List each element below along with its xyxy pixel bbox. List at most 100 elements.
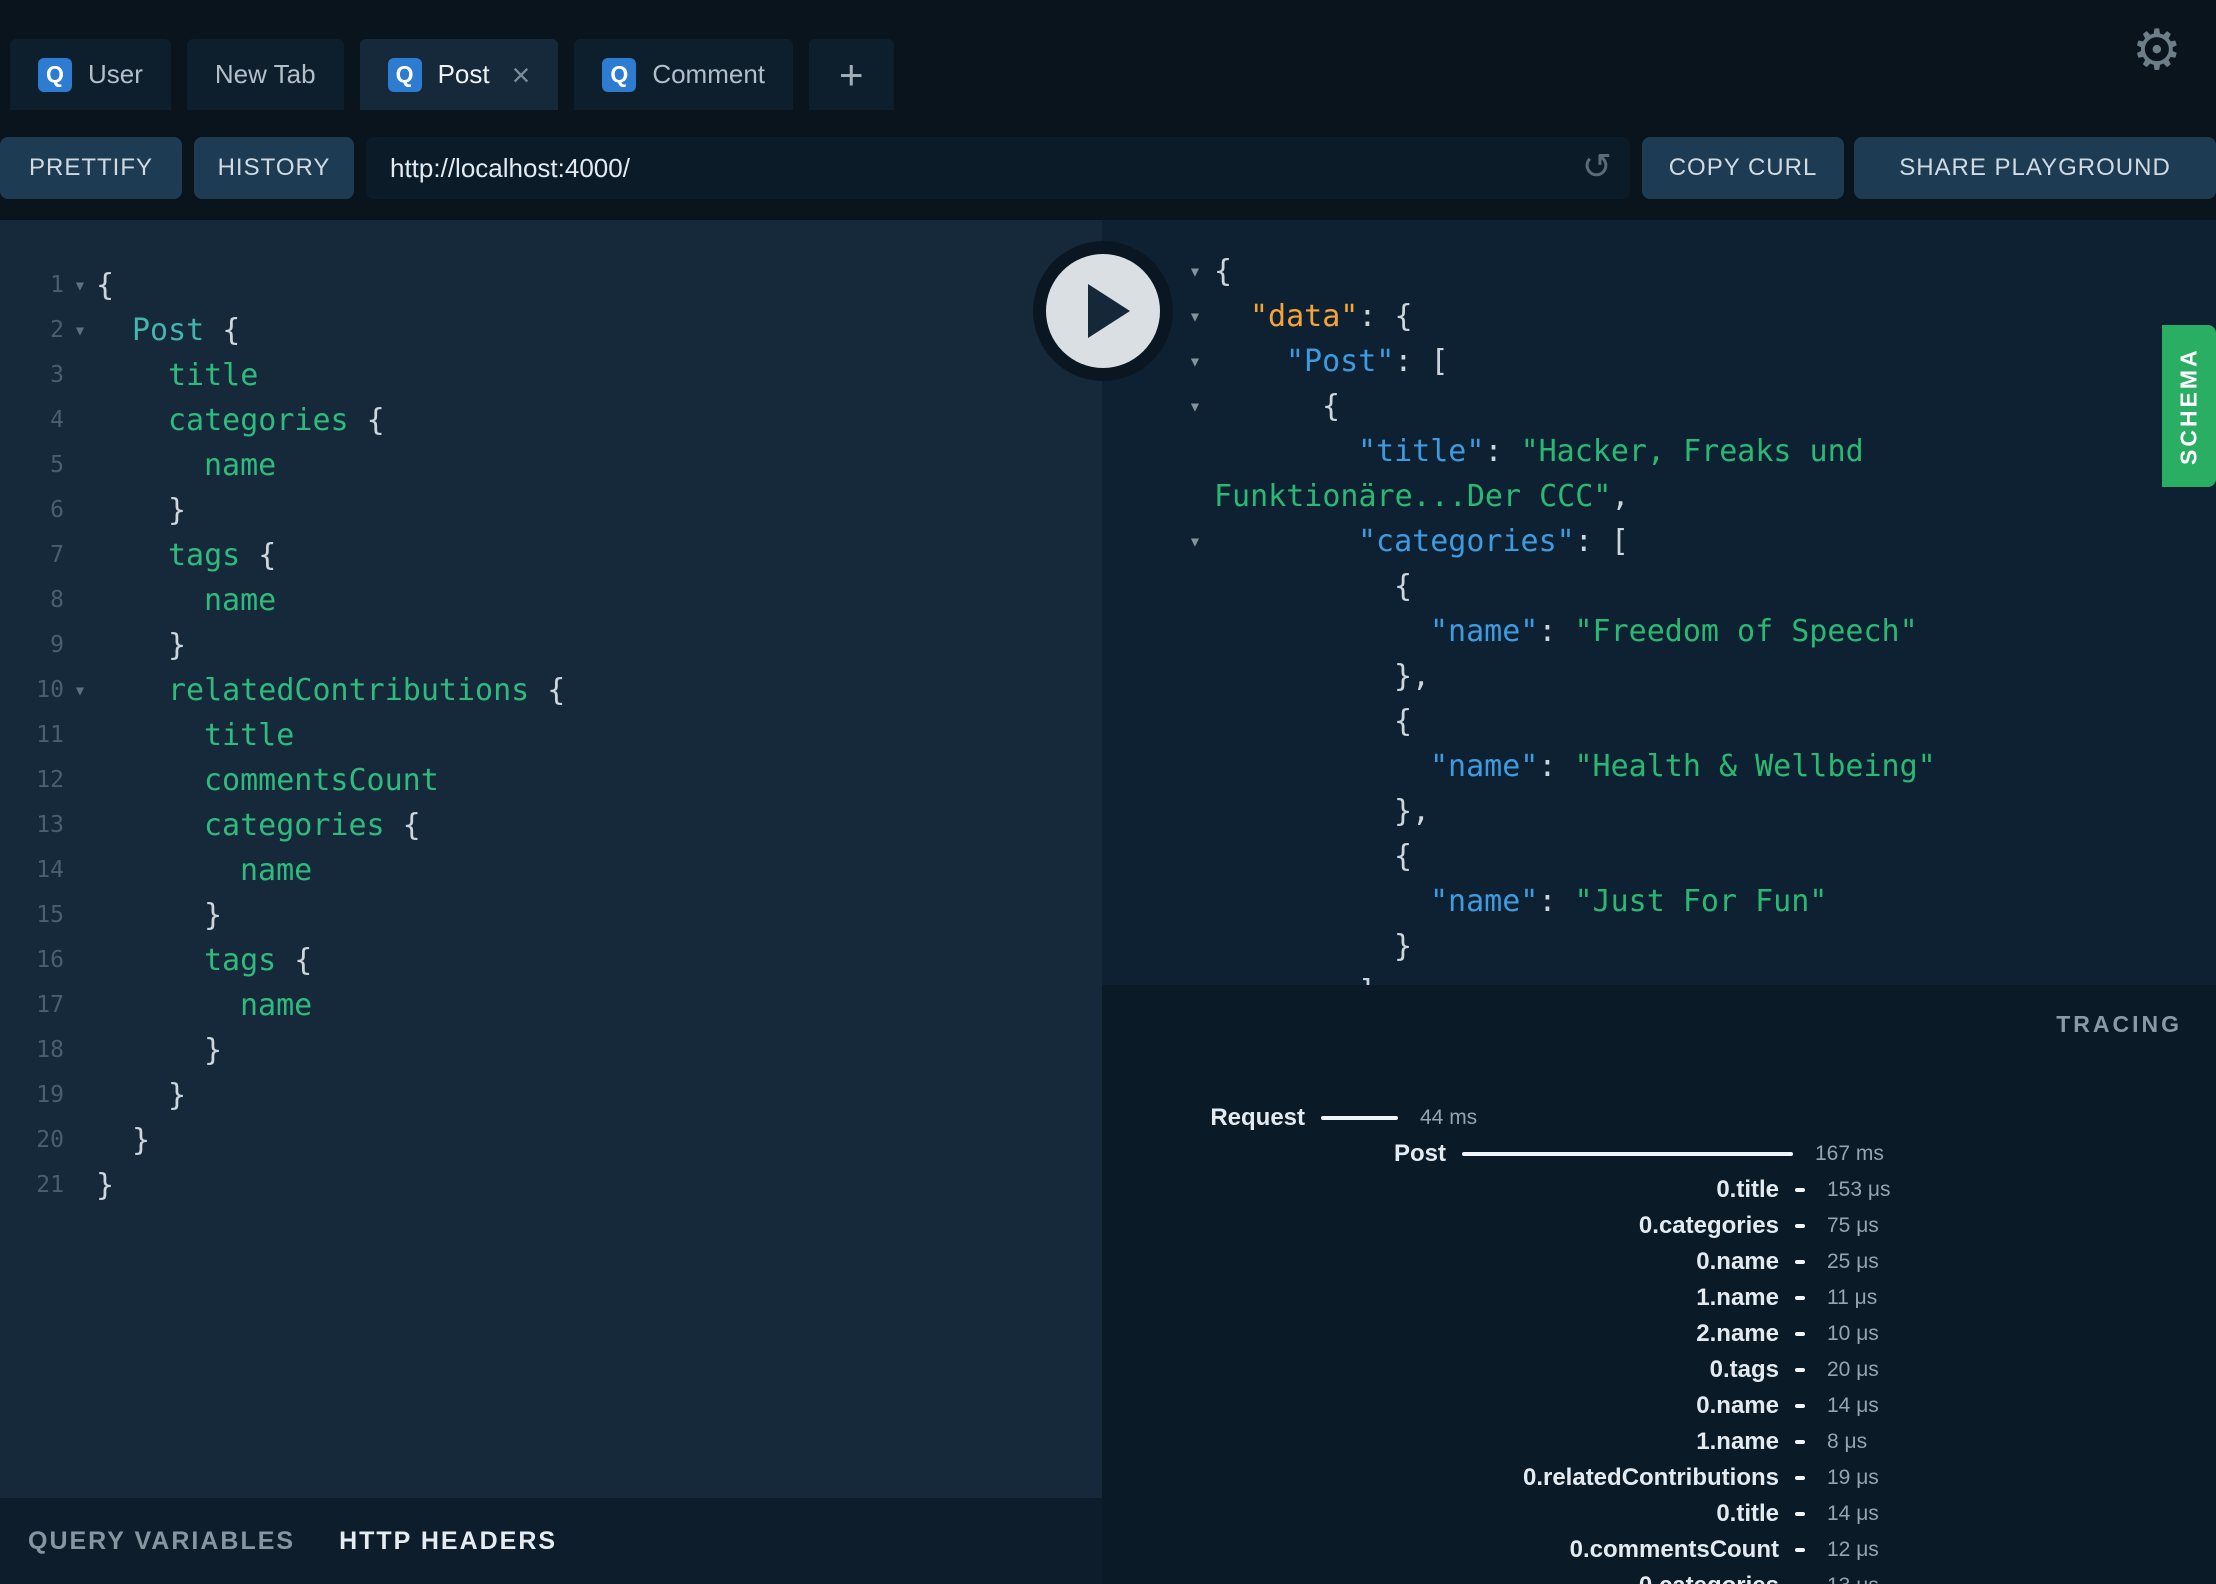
code-text: }, xyxy=(1394,659,1431,694)
editor-line: 17 name xyxy=(0,983,1102,1028)
tab-comment[interactable]: Q Comment xyxy=(574,39,794,110)
bottom-bar: QUERY VARIABLES HTTP HEADERS xyxy=(0,1498,1102,1584)
fold-arrow-icon[interactable]: ▾ xyxy=(1176,339,1214,384)
line-number: 17 xyxy=(36,992,64,1018)
tracing-time: 153 μs xyxy=(1827,1178,1891,1201)
tracing-label: 0.name xyxy=(1696,1248,1779,1275)
tracing-label: Request xyxy=(1210,1104,1305,1131)
prettify-button[interactable]: PRETTIFY xyxy=(0,137,182,199)
tracing-time: 13 μs xyxy=(1827,1568,1879,1584)
line-number: 20 xyxy=(36,1127,64,1153)
add-tab-button[interactable]: + xyxy=(809,39,894,110)
editor-line: 16 tags { xyxy=(0,938,1102,983)
close-tab-icon[interactable]: × xyxy=(512,59,531,91)
tracing-bar xyxy=(1795,1224,1805,1228)
response-pane: ▾{▾ "data": {▾ "Post": [▾{"title": "Hacker… xyxy=(1102,220,2216,985)
result-line: "name": "Freedom of Speech" xyxy=(1102,609,2216,654)
code-text: { xyxy=(1214,254,1233,289)
fold-arrow-icon[interactable]: ▾ xyxy=(1176,249,1214,294)
execute-button[interactable] xyxy=(1033,241,1173,381)
tab-user[interactable]: Q User xyxy=(10,39,171,110)
fold-arrow-icon[interactable]: ▾ xyxy=(64,668,96,713)
query-badge: Q xyxy=(38,57,72,92)
fold-arrow-icon[interactable]: ▾ xyxy=(1176,294,1214,339)
code-text: name xyxy=(204,448,277,483)
copy-curl-button[interactable]: COPY CURL xyxy=(1642,137,1844,199)
code-text: name xyxy=(204,583,277,618)
tracing-panel: TRACING Request 44 ms Post 167 ms 0.title 153… xyxy=(1102,985,2216,1584)
http-headers-tab[interactable]: HTTP HEADERS xyxy=(339,1527,557,1556)
code-text: } xyxy=(96,1168,115,1203)
tracing-label: 2.name xyxy=(1696,1320,1779,1347)
tracing-bar xyxy=(1795,1404,1805,1408)
tabs-container: Q User New Tab Q Post × Q Comment + xyxy=(10,39,894,110)
code-text: { xyxy=(1394,839,1413,874)
editor-line: 1 ▾{ xyxy=(0,263,1102,308)
tracing-bar xyxy=(1795,1548,1805,1552)
toolbar: PRETTIFY HISTORY ↺ COPY CURL SHARE PLAYG… xyxy=(0,110,2216,220)
query-editor[interactable]: 1 ▾{2 ▾ Post {3 title 4 categories {5 name 6} 7 ta… xyxy=(0,220,1102,1498)
tracing-label: 0.tags xyxy=(1709,1356,1779,1383)
schema-tab[interactable]: SCHEMA xyxy=(2162,325,2216,487)
line-number: 11 xyxy=(36,722,64,748)
tab-new-tab[interactable]: New Tab xyxy=(186,39,344,110)
tracing-label: 1.name xyxy=(1696,1284,1779,1311)
result-line: "title": "Hacker, Freaks und xyxy=(1102,429,2216,474)
share-playground-button[interactable]: SHARE PLAYGROUND xyxy=(1854,137,2216,199)
result-line: { xyxy=(1102,834,2216,879)
fold-arrow-icon[interactable]: ▾ xyxy=(64,308,96,353)
line-number: 21 xyxy=(36,1172,64,1198)
query-variables-tab[interactable]: QUERY VARIABLES xyxy=(28,1527,295,1556)
editor-line: 13 categories { xyxy=(0,803,1102,848)
tracing-time: 44 ms xyxy=(1420,1106,1478,1129)
tracing-row: 0.name 25 μs xyxy=(1102,1244,2216,1280)
tracing-time: 12 μs xyxy=(1827,1538,1879,1561)
editor-line: 2 ▾ Post { xyxy=(0,308,1102,353)
tracing-bar xyxy=(1795,1440,1805,1444)
line-number: 3 xyxy=(50,362,64,388)
code-text: } xyxy=(132,1123,151,1158)
tracing-bar xyxy=(1795,1260,1805,1264)
code-text: name xyxy=(240,988,313,1023)
tracing-rows: Request 44 ms Post 167 ms 0.title 153 μs 0.cat… xyxy=(1102,1100,2216,1584)
fold-arrow-icon[interactable]: ▾ xyxy=(1176,384,1214,429)
line-number: 15 xyxy=(36,902,64,928)
code-text: relatedContributions { xyxy=(168,673,566,708)
tracing-time: 11 μs xyxy=(1827,1286,1878,1309)
history-button[interactable]: HISTORY xyxy=(194,137,354,199)
fold-arrow-icon[interactable]: ▾ xyxy=(64,263,96,308)
tracing-label: 0.title xyxy=(1716,1500,1779,1527)
code-text: } xyxy=(204,1033,223,1068)
fold-arrow-icon[interactable]: ▾ xyxy=(1176,519,1214,564)
editor-line: 14 name xyxy=(0,848,1102,893)
line-number: 2 xyxy=(50,317,64,343)
tracing-row: 0.categories 75 μs xyxy=(1102,1208,2216,1244)
tracing-bar xyxy=(1795,1296,1805,1300)
tracing-row: 2.name 10 μs xyxy=(1102,1316,2216,1352)
editor-line: 12 commentsCount xyxy=(0,758,1102,803)
settings-gear-icon[interactable]: ⚙ xyxy=(2132,22,2182,78)
tracing-row: 0.title 14 μs xyxy=(1102,1496,2216,1532)
tracing-row: 0.relatedContributions 19 μs xyxy=(1102,1460,2216,1496)
endpoint-url-input[interactable] xyxy=(366,137,1630,199)
tracing-bar xyxy=(1795,1332,1805,1336)
query-badge: Q xyxy=(387,57,422,92)
tab-post[interactable]: Q Post × xyxy=(359,39,559,110)
code-text: } xyxy=(1394,929,1413,964)
editor-line: 6} xyxy=(0,488,1102,533)
editor-line: 21} xyxy=(0,1163,1102,1208)
tracing-row: 0.title 153 μs xyxy=(1102,1172,2216,1208)
reload-icon[interactable]: ↺ xyxy=(1582,148,1612,185)
